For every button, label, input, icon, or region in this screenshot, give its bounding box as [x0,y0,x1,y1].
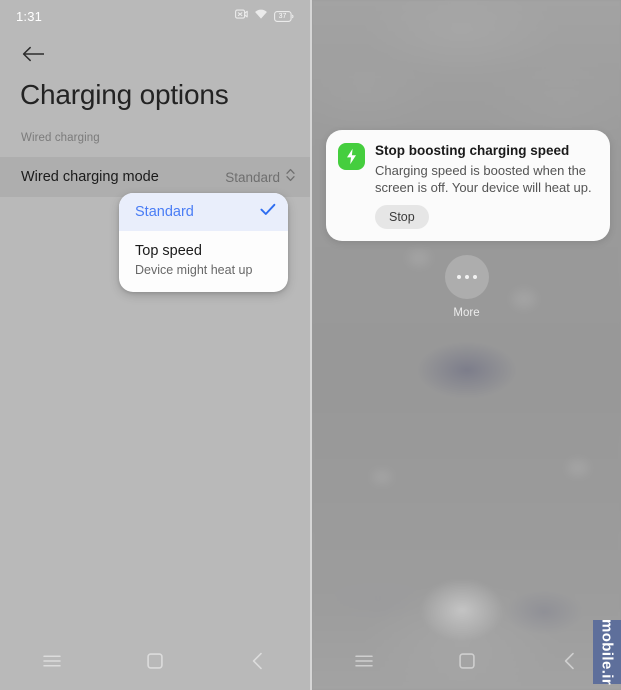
battery-icon: 37 [274,10,294,22]
back-arrow-icon [22,45,46,68]
camera-blocked-icon [235,7,248,25]
dropdown-option-top-speed[interactable]: Top speed Device might heat up [119,231,288,292]
right-phone-screen: Stop boosting charging speed Charging sp… [312,0,621,690]
check-icon [260,203,276,221]
preference-value-group: Standard [225,167,296,188]
charging-bolt-icon [338,143,365,170]
preference-row-wired-charging-mode[interactable]: Wired charging mode Standard [0,157,310,197]
right-navigation-bar [312,636,621,690]
recents-button[interactable] [340,641,388,685]
more-dots-icon[interactable] [444,255,489,299]
section-header-wired-charging: Wired charging [21,132,100,144]
back-button[interactable] [546,641,594,685]
status-bar: 1:31 37 [0,0,310,32]
home-button[interactable] [131,641,179,685]
battery-level-text: 37 [278,12,287,20]
page-title: Charging options [20,79,229,110]
left-navigation-bar [0,636,310,690]
notification-body: Stop boosting charging speed Charging sp… [375,142,596,229]
stop-button[interactable]: Stop [375,205,429,229]
notification-text: Charging speed is boosted when the scree… [375,163,592,195]
menu-icon [354,654,373,673]
notification-title: Stop boosting charging speed [375,143,570,158]
dropdown-option-standard[interactable]: Standard [119,193,288,231]
back-button[interactable] [234,641,282,685]
more-tile-label: More [453,307,480,319]
charging-mode-dropdown-menu[interactable]: Standard Top speed Device might heat up [119,193,288,292]
preference-title: Wired charging mode [21,169,159,185]
square-icon [147,652,163,674]
watermark: mobile.ir [593,618,621,686]
dropdown-option-subtitle: Device might heat up [135,263,253,277]
back-arrow-button[interactable] [16,38,52,74]
preference-value: Standard [225,169,280,185]
notification-card-charging-boost[interactable]: Stop boosting charging speed Charging sp… [326,130,610,241]
menu-icon [42,654,61,673]
chevron-left-icon [563,652,577,675]
home-button[interactable] [443,641,491,685]
watermark-text: mobile.ir [598,618,616,686]
status-bar-icons: 37 [235,7,294,25]
dot [472,275,477,279]
dot [464,275,469,279]
left-phone-screen: 1:31 37 Charging options Wired charging … [0,0,310,690]
dual-screenshot-container: 1:31 37 Charging options Wired charging … [0,0,621,690]
more-tile[interactable]: More [312,255,621,319]
wifi-icon [254,7,268,25]
status-bar-clock: 1:31 [16,8,43,24]
blur-artifact [372,470,392,484]
chevron-updown-icon [285,167,296,188]
blur-artifact [567,460,589,476]
blurred-wallpaper-background [312,0,621,690]
dropdown-option-label: Top speed [135,243,202,259]
square-icon [458,652,475,674]
dot [456,275,461,279]
chevron-left-icon [251,652,265,675]
dropdown-option-label: Standard [135,204,194,220]
recents-button[interactable] [28,641,76,685]
